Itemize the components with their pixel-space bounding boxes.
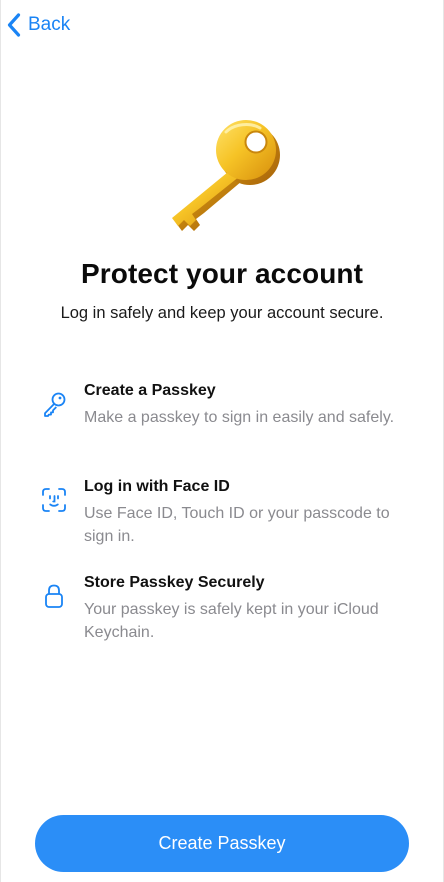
feature-title: Log in with Face ID <box>84 478 230 495</box>
feature-title: Store Passkey Securely <box>84 574 265 591</box>
back-button[interactable]: Back <box>6 10 70 40</box>
passkey-onboarding-screen: Back Protect your account Log in safely … <box>0 0 444 882</box>
feature-description: Your passkey is safely kept in your iClo… <box>84 601 379 641</box>
page-subtitle: Log in safely and keep your account secu… <box>60 304 384 322</box>
feature-title: Create a Passkey <box>84 382 216 399</box>
back-label: Back <box>28 14 71 35</box>
feature-description: Make a passkey to sign in easily and saf… <box>84 409 395 426</box>
frame-edge-left <box>0 0 1 882</box>
page-title: Protect your account <box>80 258 364 289</box>
face-id-icon <box>42 488 66 512</box>
lock-icon <box>45 584 63 608</box>
feature-description: Use Face ID, Touch ID or your passcode t… <box>84 505 390 545</box>
create-passkey-button[interactable]: Create Passkey <box>35 815 409 872</box>
chevron-left-icon <box>7 13 21 37</box>
key-outline-icon <box>44 392 66 417</box>
key-icon <box>172 120 280 231</box>
